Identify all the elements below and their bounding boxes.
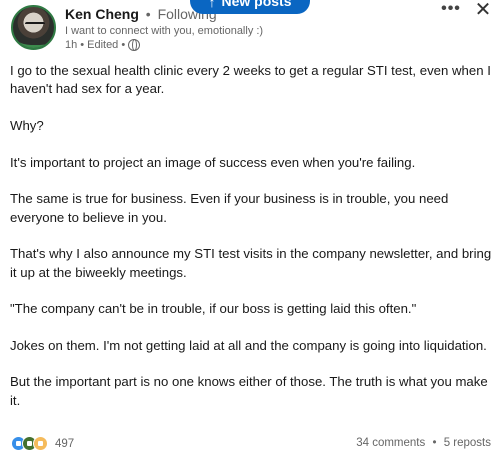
close-icon[interactable]: ✕ bbox=[473, 0, 493, 20]
comments-count[interactable]: 34 comments bbox=[356, 437, 425, 449]
engagement-stats: 34 comments • 5 reposts bbox=[356, 437, 491, 449]
edited-label: Edited bbox=[87, 39, 119, 51]
avatar[interactable] bbox=[11, 5, 56, 50]
separator-dot: • bbox=[80, 39, 85, 51]
post-paragraph: It's important to project an image of su… bbox=[10, 154, 416, 170]
new-posts-button[interactable]: ↑ New posts bbox=[190, 0, 310, 14]
more-options-icon[interactable]: ••• bbox=[440, 0, 462, 20]
open-to-work-ring bbox=[13, 31, 54, 48]
reaction-count[interactable]: 497 bbox=[55, 438, 74, 450]
post-paragraph: "The company can't be in trouble, if our… bbox=[10, 301, 417, 317]
author-name[interactable]: Ken Cheng bbox=[65, 6, 139, 22]
post-paragraph: That's why I also announce my STI test v… bbox=[10, 246, 492, 280]
reposts-count[interactable]: 5 reposts bbox=[444, 437, 491, 449]
social-counts-bar: 497 34 comments • 5 reposts bbox=[0, 434, 503, 454]
post-paragraph: But the important part is no one knows e… bbox=[10, 374, 488, 408]
globe-icon bbox=[128, 39, 141, 51]
post-body: I go to the sexual health clinic every 2… bbox=[10, 62, 495, 428]
post-time: 1h bbox=[65, 39, 78, 51]
avatar-glasses bbox=[25, 22, 45, 28]
separator-dot: • bbox=[145, 6, 151, 22]
author-tagline: I want to connect with you, emotionally … bbox=[65, 25, 264, 37]
reactions-summary[interactable]: 497 bbox=[11, 436, 74, 451]
new-posts-label: New posts bbox=[221, 0, 292, 9]
post-paragraph: I go to the sexual health clinic every 2… bbox=[10, 63, 491, 97]
post-paragraph: Jokes on them. I'm not getting laid at a… bbox=[10, 337, 487, 353]
post-paragraph: Why? bbox=[10, 118, 44, 133]
separator-dot: • bbox=[121, 39, 126, 51]
insightful-icon bbox=[33, 436, 48, 451]
post-meta: 1h • Edited • bbox=[65, 39, 141, 51]
arrow-up-icon: ↑ bbox=[208, 0, 216, 10]
post-paragraph: The same is true for business. Even if y… bbox=[10, 191, 449, 225]
separator-dot: • bbox=[432, 437, 437, 449]
